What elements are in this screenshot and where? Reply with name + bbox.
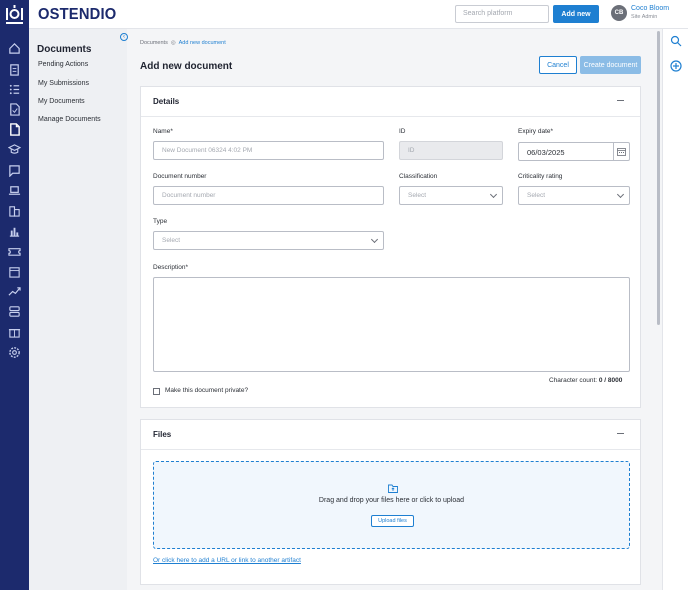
top-header: OSTENDIO Search platform Add new CB Coco…	[29, 0, 688, 29]
add-circle-icon[interactable]	[670, 60, 682, 72]
expiry-label: Expiry date*	[518, 128, 554, 135]
ticket-icon[interactable]	[6, 243, 23, 260]
server-icon[interactable]	[6, 303, 23, 320]
right-rail	[662, 29, 688, 590]
user-role: Site Admin	[631, 14, 658, 20]
chevron-down-icon	[489, 190, 498, 199]
cancel-button[interactable]: Cancel	[539, 56, 577, 74]
classification-value: Select	[408, 192, 427, 199]
description-textarea[interactable]	[153, 277, 630, 372]
subnav-title: Documents	[37, 44, 92, 55]
collapse-details-icon[interactable]	[617, 100, 624, 101]
breadcrumb-separator-icon: ◎	[170, 40, 176, 46]
type-label: Type	[153, 218, 168, 225]
expiry-date-value: 06/03/2025	[527, 148, 565, 157]
scrollbar[interactable]	[657, 31, 660, 325]
char-count-label: Character count:	[549, 377, 598, 384]
user-name[interactable]: Coco Bloom	[631, 5, 669, 12]
description-label: Description*	[153, 264, 189, 271]
add-new-button[interactable]: Add new	[553, 5, 599, 23]
divider	[141, 116, 640, 117]
id-input: ID	[399, 141, 503, 160]
laptop-icon[interactable]	[6, 182, 23, 199]
private-checkbox[interactable]	[153, 388, 160, 395]
home-icon[interactable]	[6, 40, 23, 57]
type-value: Select	[162, 237, 181, 244]
details-title: Details	[153, 97, 180, 106]
add-url-link[interactable]: Or click here to add a URL or link to an…	[153, 557, 301, 564]
calendar-icon[interactable]	[6, 263, 23, 280]
icon-sidebar	[0, 0, 29, 590]
file-dropzone[interactable]: Drag and drop your files here or click t…	[153, 461, 630, 549]
collapse-sidebar-icon[interactable]: ‹	[120, 33, 128, 41]
chat-icon[interactable]	[6, 162, 23, 179]
criticality-label: Criticality rating	[518, 173, 563, 180]
calendar-icon[interactable]	[613, 143, 629, 160]
search-input[interactable]: Search platform	[455, 5, 549, 23]
name-input[interactable]: New Document 06324 4:02 PM	[153, 141, 384, 160]
upload-files-button[interactable]: Upload files	[371, 515, 414, 527]
ostendio-logo-icon[interactable]	[4, 5, 25, 25]
breadcrumb-current[interactable]: Add new document	[179, 40, 226, 46]
collapse-files-icon[interactable]	[617, 433, 624, 434]
document-icon[interactable]	[6, 121, 23, 138]
classification-label: Classification	[399, 173, 438, 180]
bar-chart-icon[interactable]	[6, 223, 23, 240]
create-document-button[interactable]: Create document	[580, 56, 641, 74]
trending-up-icon[interactable]	[6, 283, 23, 300]
gift-icon[interactable]	[6, 323, 23, 340]
character-count: Character count: 0 / 8000	[549, 377, 622, 384]
id-label: ID	[399, 128, 406, 135]
type-select[interactable]: Select	[153, 231, 384, 250]
avatar[interactable]: CB	[611, 5, 627, 21]
breadcrumb: Documents ◎ Add new document	[140, 40, 226, 46]
char-count-value: 0 / 8000	[598, 377, 623, 384]
checklist-icon[interactable]	[6, 81, 23, 98]
document-number-input[interactable]: Document number	[153, 186, 384, 205]
page-title: Add new document	[140, 61, 233, 72]
dropzone-text: Drag and drop your files here or click t…	[318, 497, 465, 504]
private-label[interactable]: Make this document private?	[165, 387, 248, 394]
criticality-value: Select	[527, 192, 546, 199]
files-card: Files Drag and drop your files here or c…	[140, 419, 641, 585]
folder-upload-icon	[388, 484, 398, 493]
subnav-item-pending-actions[interactable]: Pending Actions	[38, 61, 88, 68]
chevron-down-icon	[616, 190, 625, 199]
settings-icon[interactable]	[6, 344, 23, 361]
subnav-item-manage-documents[interactable]: Manage Documents	[38, 116, 101, 123]
brand-logo[interactable]: OSTENDIO	[38, 6, 116, 24]
files-title: Files	[153, 430, 172, 439]
documents-subnav: Documents Pending Actions My Submissions…	[29, 29, 127, 590]
file-check-icon[interactable]	[6, 101, 23, 118]
classification-select[interactable]: Select	[399, 186, 503, 205]
chevron-down-icon	[370, 235, 379, 244]
divider	[141, 449, 640, 450]
graduation-cap-icon[interactable]	[6, 141, 23, 158]
name-label: Name*	[153, 128, 173, 135]
expiry-date-input[interactable]: 06/03/2025	[518, 142, 630, 161]
details-card: Details Name* New Document 06324 4:02 PM…	[140, 86, 641, 408]
subnav-item-my-documents[interactable]: My Documents	[38, 98, 85, 105]
breadcrumb-root[interactable]: Documents	[140, 40, 168, 46]
document-number-label: Document number	[153, 173, 207, 180]
clipboard-icon[interactable]	[6, 61, 23, 78]
search-icon[interactable]	[670, 35, 682, 47]
subnav-item-my-submissions[interactable]: My Submissions	[38, 80, 89, 87]
criticality-select[interactable]: Select	[518, 186, 630, 205]
building-icon[interactable]	[6, 202, 23, 219]
